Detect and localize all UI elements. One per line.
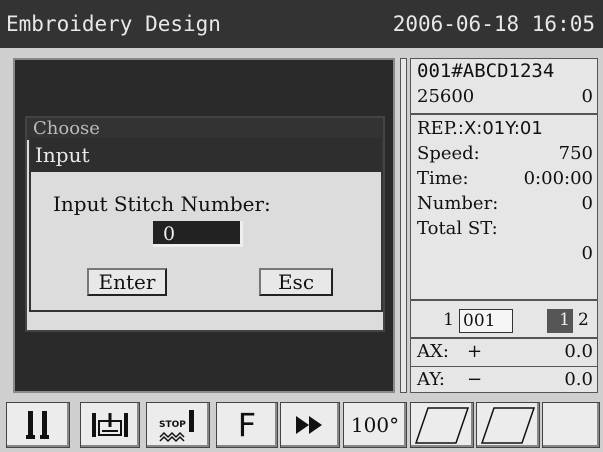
datetime: 2006-06-18 16:05 [392,12,595,36]
svg-text:STOP: STOP [159,420,186,430]
f-key-icon: F [237,406,257,444]
input-dialog: Input Input Stitch Number: 0 Enter Esc [29,136,383,312]
counter-right: 2 [578,310,589,330]
parallelogram-icon [480,407,536,444]
ax-label: AX: [417,341,449,362]
stop-stitch-icon: STOP [159,410,194,443]
ax-sign: + [467,341,483,362]
rep-row: REP.:X:01Y:01 [417,117,593,141]
toolbar: STOP F 100° [0,398,603,452]
total-st-row: Total ST: [417,217,593,241]
info-panel: 001#ABCD1234 25600 0 REP.:X:01Y:01 Speed… [410,58,598,393]
total-st-label: Total ST: [417,218,498,239]
needle-bar-icon [26,411,49,439]
stitch-count-right: 0 [581,86,593,107]
time-row: Time: 0:00:00 [417,167,593,191]
stitch-count-row: 25600 0 [417,85,593,109]
design-id: 001#ABCD1234 [417,60,555,82]
needle-bar-button[interactable] [6,402,70,448]
frame-needle-icon [92,413,128,437]
counter-left: 1 [443,310,454,330]
speed-value: 750 [558,143,593,164]
ax-value: 0.0 [564,341,593,362]
time-value: 0:00:00 [523,168,593,189]
speed-label: Speed: [417,143,480,164]
divider-line [411,113,597,115]
fast-forward-button[interactable] [280,402,340,448]
outline-button-1[interactable] [410,402,474,448]
stitch-number-input[interactable]: 0 [153,221,243,247]
esc-button[interactable]: Esc [259,268,333,296]
outline-button-2[interactable] [476,402,540,448]
window-title: Embroidery Design [6,12,221,36]
counter-selected[interactable]: 1 [547,309,573,333]
rep-label: REP. [417,118,458,139]
divider-line [411,299,597,301]
time-label: Time: [417,168,469,189]
ax-row: AX: + 0.0 [417,340,593,364]
divider-line [411,366,597,367]
speed-row: Speed: 750 [417,142,593,166]
ay-value: 0.0 [564,369,593,390]
ay-label: AY: [417,369,445,390]
number-row: Number: 0 [417,192,593,216]
input-dialog-title: Input [31,138,381,172]
ay-row: AY: − 0.0 [417,368,593,392]
number-label: Number: [417,193,499,214]
frame-needle-button[interactable] [80,402,140,448]
enter-button[interactable]: Enter [87,268,167,296]
stitch-count: 25600 [417,86,475,107]
stitch-number-prompt: Input Stitch Number: [53,192,271,216]
parallelogram-icon [414,407,470,444]
counter-code[interactable]: 001 [459,309,513,333]
f-key-button[interactable]: F [216,402,278,448]
stop-button[interactable]: STOP [146,402,210,448]
total-st-value: 0 [581,243,593,264]
angle-button[interactable]: 100° [343,402,407,448]
number-value: 0 [581,193,593,214]
counter-row: 1 001 1 2 [411,307,597,335]
empty-button[interactable] [542,402,600,448]
rep-value: :X:01Y:01 [457,118,543,139]
divider-line [411,337,597,339]
fast-forward-icon [296,416,322,434]
angle-label: 100° [350,413,400,437]
title-bar: Embroidery Design 2006-06-18 16:05 [0,0,603,48]
scrollbar[interactable] [400,58,407,393]
ay-sign: − [467,369,483,390]
